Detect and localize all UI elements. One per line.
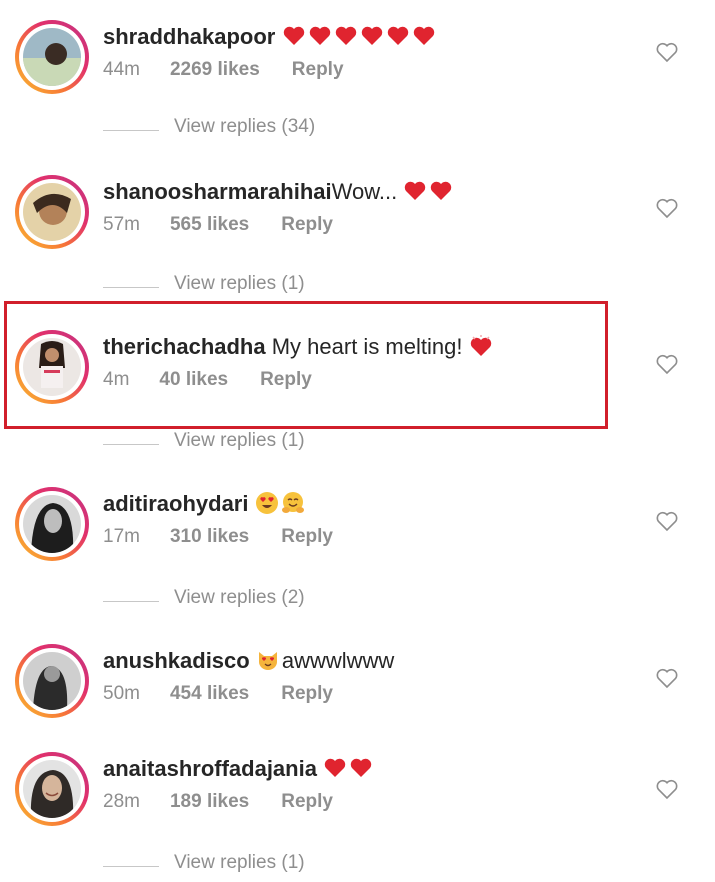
avatar[interactable] [15,487,89,561]
comment-likes[interactable]: 189 likes [170,791,249,812]
comment-username[interactable]: aditiraohydari [103,491,248,516]
comment-text: Wow... [331,179,398,204]
heart-eyes-cat-icon [258,652,277,670]
heart-icon [405,181,426,200]
like-heart-icon[interactable] [655,41,679,63]
like-heart-icon[interactable] [655,778,679,800]
like-heart-icon[interactable] [655,510,679,532]
heart-icon [283,26,304,45]
hugging-face-icon [281,492,304,513]
comment-time: 28m [103,791,140,812]
like-heart-icon[interactable] [655,667,679,689]
comment-time: 17m [103,526,140,547]
comment-username[interactable]: shanoosharmarahihai [103,179,332,204]
avatar[interactable] [15,752,89,826]
avatar[interactable] [15,330,89,404]
heart-emoji-row [403,179,455,204]
like-heart-icon[interactable] [655,197,679,219]
sparkling-heart-icon [470,335,491,356]
comment-likes[interactable]: 40 likes [159,369,228,390]
heart-icon [387,26,408,45]
reply-button[interactable]: Reply [260,369,312,390]
heart-icon [413,26,434,45]
heart-icon [324,758,346,777]
comment-username[interactable]: shraddhakapoor [103,24,275,49]
comment-text: awwwlwww [281,648,395,673]
comment-likes[interactable]: 454 likes [170,683,249,704]
heart-emoji-row [282,24,438,49]
comment-username[interactable]: anushkadisco [103,648,250,673]
like-heart-icon[interactable] [655,353,679,375]
reply-button[interactable]: Reply [281,791,333,812]
comment-likes[interactable]: 2269 likes [170,59,260,80]
comment-likes[interactable]: 310 likes [170,526,249,547]
comment-time: 4m [103,369,130,390]
avatar[interactable] [15,20,89,94]
heart-icon [335,26,356,45]
avatar[interactable] [15,644,89,718]
comment-time: 50m [103,683,140,704]
comment-username[interactable]: therichachadha [103,334,266,359]
comment-likes[interactable]: 565 likes [170,214,249,235]
heart-eyes-face-icon [255,492,278,514]
heart-icon [309,26,330,45]
comment-time: 57m [103,214,140,235]
reply-button[interactable]: Reply [292,59,344,80]
reply-button[interactable]: Reply [281,526,333,547]
heart-emoji-row [323,756,375,781]
avatar[interactable] [15,175,89,249]
reply-button[interactable]: Reply [281,214,333,235]
heart-icon [431,181,452,200]
reply-button[interactable]: Reply [281,683,333,704]
heart-icon [350,758,372,777]
comment-text: My heart is melting! [271,334,463,359]
heart-icon [361,26,382,45]
comment-username[interactable]: anaitashroffadajania [103,756,317,781]
comment-time: 44m [103,59,140,80]
